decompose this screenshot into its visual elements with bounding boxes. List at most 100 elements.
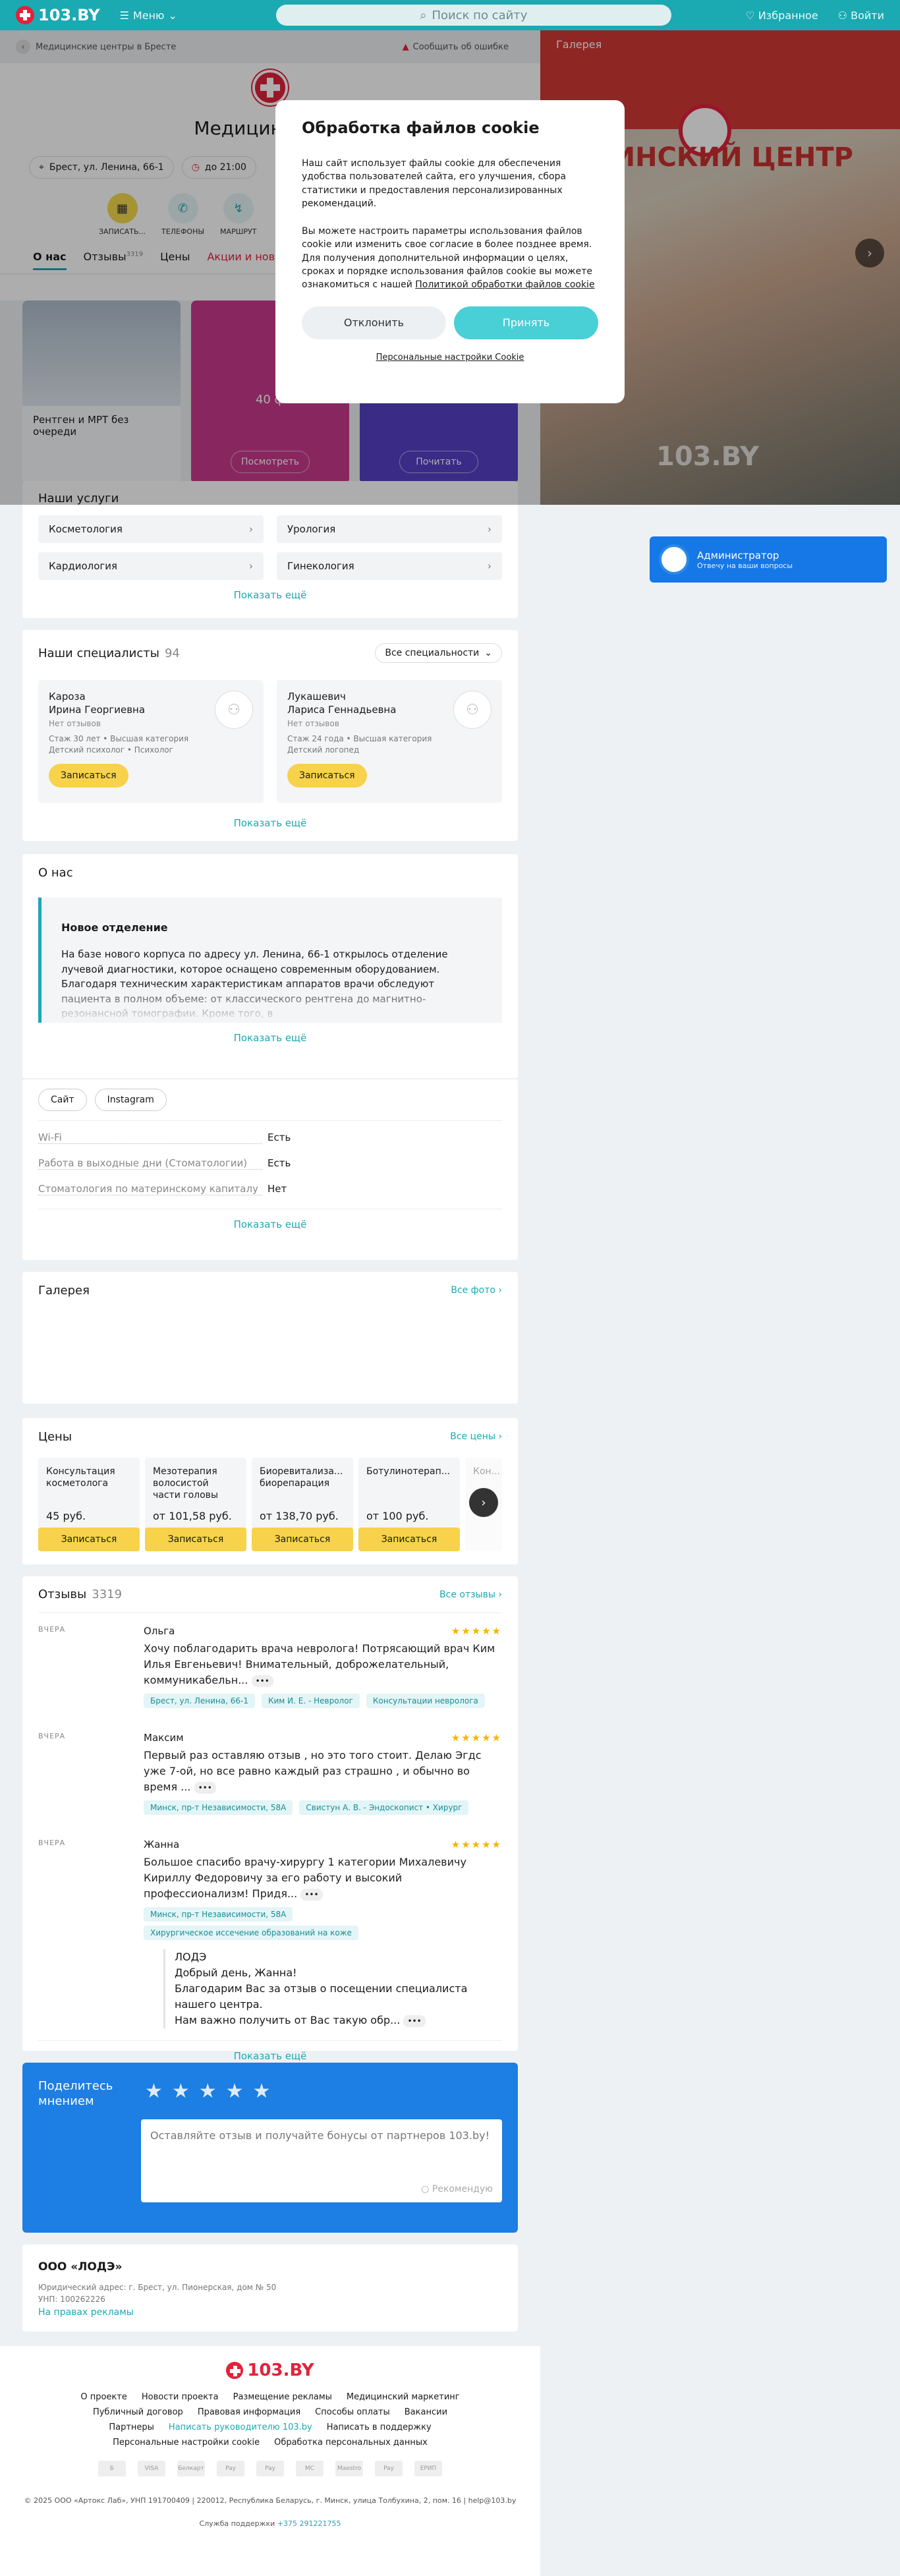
site-logo[interactable]: 103.BY: [16, 6, 100, 24]
price-name: Ботулинотерап...: [366, 1466, 451, 1477]
cookie-decline-button[interactable]: Отклонить: [302, 306, 446, 339]
admin-subtitle: Отвечу на ваши вопросы: [697, 561, 793, 570]
company-name: ООО «ЛОДЭ»: [38, 2260, 123, 2274]
services-show-more[interactable]: Показать ещё: [38, 580, 502, 610]
payment-icon: MC: [296, 2461, 323, 2476]
book-specialist-button[interactable]: Записаться: [49, 763, 128, 787]
book-price-button[interactable]: Записаться: [358, 1528, 460, 1551]
payment-icon: Pay: [256, 2461, 284, 2476]
cookie-settings-link[interactable]: Персональные настройки Cookie: [302, 353, 598, 362]
footer-link[interactable]: Новости проекта: [142, 2392, 219, 2402]
review-tag[interactable]: Брест, ул. Ленина, 66-1: [144, 1694, 255, 1708]
footer-logo[interactable]: 103.BY: [226, 2361, 314, 2380]
expand-review-button[interactable]: •••: [194, 1782, 216, 1794]
payment-icon: VISA: [138, 2461, 165, 2476]
book-price-button[interactable]: Записаться: [145, 1528, 246, 1551]
recommend-checkbox[interactable]: ○ Рекомендую: [421, 2183, 493, 2196]
review-textarea[interactable]: Оставляйте отзыв и получайте бонусы от п…: [141, 2119, 502, 2202]
menu-label: Меню: [132, 9, 165, 22]
book-specialist-button[interactable]: Записаться: [287, 763, 367, 787]
review-author: Жанна: [144, 1839, 180, 1850]
chevron-right-icon: ›: [249, 523, 253, 535]
price-card[interactable]: Мезотерапия волосистой части головы от 10…: [145, 1458, 246, 1551]
footer-link[interactable]: Правовая информация: [198, 2407, 300, 2417]
payment-methods: Б VISA Белкарт Pay Pay MC Maestro Pay ЕР…: [0, 2461, 540, 2476]
footer: 103.BY О проекте Новости проекта Размеще…: [0, 2346, 540, 2576]
expand-review-button[interactable]: •••: [300, 1889, 323, 1901]
feature-value: Есть: [267, 1157, 291, 1169]
price-card[interactable]: Консультация косметолога 45 руб. Записатьс…: [38, 1458, 140, 1551]
features-show-more[interactable]: Показать ещё: [38, 1209, 502, 1239]
review-tag[interactable]: Минск, пр-т Независимости, 58А: [144, 1800, 293, 1815]
reviews-all-link[interactable]: Все отзывы ›: [439, 1589, 502, 1600]
price-card[interactable]: Биоревитализа... биорепарация от 138,70 р…: [252, 1458, 353, 1551]
review-item: ВЧЕРА Максим ★★★★★ Первый раз оставляю от…: [38, 1720, 502, 1827]
gallery-title: Галерея: [38, 1283, 90, 1298]
cookie-policy-link[interactable]: Политикой обработки файлов cookie: [415, 279, 594, 290]
review-tag[interactable]: Минск, пр-т Независимости, 58А: [144, 1907, 293, 1922]
expand-reply-button[interactable]: •••: [403, 2015, 426, 2027]
specialists-show-more[interactable]: Показать ещё: [38, 808, 502, 838]
service-item[interactable]: Урология ›: [277, 515, 502, 543]
rating-input-stars[interactable]: ★★★★★: [145, 2080, 279, 2103]
payment-icon: Pay: [217, 2461, 244, 2476]
specialty-filter[interactable]: Все специальности ⌄: [375, 643, 502, 663]
book-price-button[interactable]: Записаться: [38, 1528, 140, 1551]
service-item[interactable]: Косметология ›: [38, 515, 264, 543]
review-tag[interactable]: Свистун А. В. - Эндоскопист • Хирург: [299, 1800, 469, 1815]
price-card[interactable]: Ботулинотерап... от 100 руб. Записаться: [358, 1458, 460, 1551]
support-label: Служба поддержки: [199, 2519, 275, 2528]
about-show-more[interactable]: Показать ещё: [38, 1023, 502, 1053]
prices-carousel: Консультация косметолога 45 руб. Записатьс…: [38, 1458, 502, 1551]
footer-link[interactable]: Партнеры: [109, 2422, 154, 2432]
cookie-accept-button[interactable]: Принять: [454, 306, 598, 339]
footer-link[interactable]: Медицинский маркетинг: [347, 2392, 460, 2402]
review-tag[interactable]: Хирургическое иссечение образований на к…: [144, 1926, 358, 1940]
cross-icon: [16, 6, 34, 24]
reviews-title: Отзывы: [38, 1588, 87, 1601]
cookie-dialog: Обработка файлов cookie Наш сайт использ…: [275, 100, 625, 403]
review-tag[interactable]: Консультации невролога: [366, 1694, 485, 1708]
expand-review-button[interactable]: •••: [251, 1675, 273, 1687]
book-price-button[interactable]: Записаться: [252, 1528, 353, 1551]
cookie-text-1: Наш сайт использует файлы cookie для обе…: [302, 158, 567, 209]
search-input[interactable]: ⌕ Поиск по сайту: [275, 5, 671, 26]
admin-avatar: [659, 544, 689, 575]
gallery-all-link[interactable]: Все фото ›: [451, 1285, 502, 1296]
menu-button[interactable]: ☰ Меню ⌄: [120, 9, 177, 22]
prices-all-link[interactable]: Все цены ›: [450, 1431, 502, 1442]
specialist-card[interactable]: Лукашевич Лариса Геннадьевна Нет отзывов…: [277, 680, 502, 803]
feature-value: Нет: [267, 1183, 287, 1195]
service-item[interactable]: Кардиология ›: [38, 552, 264, 580]
payment-icon: Белкарт: [177, 2461, 205, 2476]
service-label: Кардиология: [49, 560, 118, 572]
specialty-filter-label: Все специальности: [385, 648, 480, 658]
reviews-all-label: Все отзывы: [439, 1589, 495, 1600]
support-phone-link[interactable]: +375 291221755: [277, 2519, 341, 2528]
footer-link[interactable]: Публичный договор: [93, 2407, 183, 2417]
footer-link[interactable]: Написать руководителю 103.by: [169, 2422, 312, 2432]
footer-link[interactable]: Размещение рекламы: [233, 2392, 332, 2402]
footer-link[interactable]: Написать в поддержку: [327, 2422, 432, 2432]
ad-disclaimer-link[interactable]: На правах рекламы: [38, 2307, 134, 2318]
website-link[interactable]: Сайт: [38, 1089, 87, 1111]
footer-link[interactable]: Вакансии: [405, 2407, 447, 2417]
prices-next-button[interactable]: ›: [469, 1488, 498, 1517]
footer-link[interactable]: Персональные настройки cookie: [113, 2438, 260, 2447]
login-button[interactable]: ⚇ Войти: [838, 9, 884, 22]
search-icon: ⌕: [420, 8, 427, 22]
specialist-card[interactable]: Кароза Ирина Георгиевна Нет отзывов Стаж…: [38, 680, 264, 803]
footer-link[interactable]: Обработка персональных данных: [274, 2438, 428, 2447]
instagram-link[interactable]: Instagram: [94, 1089, 167, 1111]
footer-link[interactable]: О проекте: [80, 2392, 127, 2402]
review-date: ВЧЕРА: [38, 1732, 66, 1740]
price-name: Мезотерапия волосистой части головы: [153, 1466, 218, 1501]
specialists-count: 94: [164, 646, 180, 660]
admin-chat-widget[interactable]: Администратор Отвечу на ваши вопросы: [650, 536, 887, 583]
favorites-button[interactable]: ♡ Избранное: [745, 9, 818, 22]
search-placeholder: Поиск по сайту: [432, 8, 528, 22]
service-item[interactable]: Гинекология ›: [277, 552, 502, 580]
specialist-meta: Стаж 30 лет • Высшая категория Детский п…: [49, 734, 189, 755]
footer-link[interactable]: Способы оплаты: [315, 2407, 390, 2417]
review-tag[interactable]: Ким И. Е. - Невролог: [261, 1694, 360, 1708]
